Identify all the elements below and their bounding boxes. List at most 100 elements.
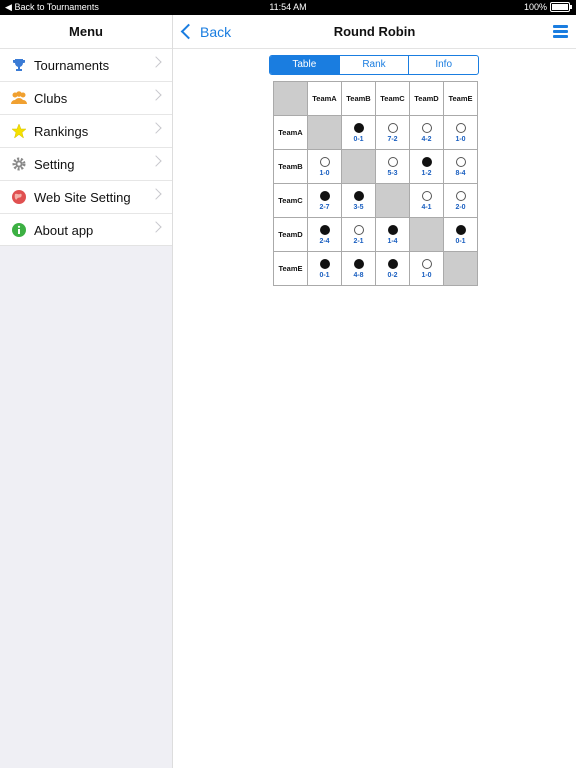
match-cell[interactable]: 2-7: [307, 183, 342, 218]
column-header: TeamA: [307, 81, 342, 116]
match-score: 0-1: [319, 271, 330, 279]
sidebar-item-label: About app: [34, 222, 94, 238]
chevron-right-icon: [150, 56, 162, 68]
sidebar-item-about-app[interactable]: About app: [0, 214, 172, 247]
empty-circle-icon: [353, 224, 364, 235]
match-cell[interactable]: 5-3: [375, 149, 410, 184]
filled-circle-icon: [319, 224, 330, 235]
match-score: 0-1: [353, 135, 364, 143]
filled-circle-icon: [353, 122, 364, 133]
match-cell[interactable]: 1-0: [307, 149, 342, 184]
sidebar-title: Menu: [0, 15, 172, 49]
status-bar: ◀ Back to Tournaments 11:54 AM 100%: [0, 0, 576, 15]
filled-circle-icon: [353, 258, 364, 269]
table-row: TeamC 2-7 3-5 4-1 2-0: [273, 183, 478, 218]
row-header: TeamD: [273, 217, 308, 252]
battery-indicator: 100%: [523, 2, 572, 12]
menu-icon[interactable]: [553, 25, 568, 38]
sidebar-item-label: Clubs: [34, 90, 68, 106]
sidebar-item-web-site-setting[interactable]: Web Site Setting: [0, 181, 172, 214]
match-score: 8-4: [455, 169, 466, 177]
round-robin-table: TeamA TeamB TeamC TeamD TeamE TeamA 0-1 7-2 4-2 1…: [273, 81, 478, 286]
match-cell[interactable]: 7-2: [375, 115, 410, 150]
sidebar-item-tournaments[interactable]: Tournaments: [0, 49, 172, 82]
sidebar-item-rankings[interactable]: Rankings: [0, 115, 172, 148]
people-icon: [10, 89, 28, 107]
match-cell[interactable]: 2-4: [307, 217, 342, 252]
table-corner-cell: [273, 81, 308, 116]
match-cell[interactable]: 4-2: [409, 115, 444, 150]
match-score: 5-3: [387, 169, 398, 177]
diagonal-cell: [409, 217, 444, 252]
match-score: 2-1: [353, 237, 364, 245]
match-cell[interactable]: 3-5: [341, 183, 376, 218]
match-cell[interactable]: 0-1: [307, 251, 342, 286]
row-header: TeamB: [273, 149, 308, 184]
diagonal-cell: [375, 183, 410, 218]
match-cell[interactable]: 0-2: [375, 251, 410, 286]
match-cell[interactable]: 4-8: [341, 251, 376, 286]
row-header: TeamA: [273, 115, 308, 150]
match-score: 1-0: [319, 169, 330, 177]
table-row: TeamA 0-1 7-2 4-2 1-0: [273, 115, 478, 150]
menu-list: Tournaments Clubs Rankings Setting Web Site …: [0, 49, 172, 247]
match-score: 4-8: [353, 271, 364, 279]
battery-percent: 100%: [523, 2, 547, 12]
page-title: Round Robin: [333, 24, 416, 39]
sidebar: Menu Tournaments Clubs Rankings Setting Web …: [0, 15, 173, 768]
column-header: TeamC: [375, 81, 410, 116]
tab-rank[interactable]: Rank: [338, 56, 409, 74]
empty-circle-icon: [387, 122, 398, 133]
sidebar-item-label: Setting: [34, 156, 75, 172]
chevron-right-icon: [150, 122, 162, 134]
match-score: 4-2: [421, 135, 432, 143]
sidebar-item-setting[interactable]: Setting: [0, 148, 172, 181]
match-score: 1-4: [387, 237, 398, 245]
filled-circle-icon: [421, 156, 432, 167]
diagonal-cell: [443, 251, 478, 286]
tab-info[interactable]: Info: [408, 56, 478, 74]
empty-circle-icon: [387, 156, 398, 167]
row-header: TeamC: [273, 183, 308, 218]
match-cell[interactable]: 0-1: [443, 217, 478, 252]
chevron-right-icon: [150, 221, 162, 233]
match-cell[interactable]: 1-2: [409, 149, 444, 184]
match-cell[interactable]: 0-1: [341, 115, 376, 150]
match-cell[interactable]: 4-1: [409, 183, 444, 218]
match-cell[interactable]: 2-0: [443, 183, 478, 218]
sidebar-item-clubs[interactable]: Clubs: [0, 82, 172, 115]
sidebar-empty-area: [0, 245, 172, 768]
match-cell[interactable]: 1-0: [409, 251, 444, 286]
empty-circle-icon: [421, 190, 432, 201]
table-header-row: TeamA TeamB TeamC TeamD TeamE: [273, 81, 478, 116]
star-icon: [10, 122, 28, 140]
match-score: 1-0: [421, 271, 432, 279]
clock: 11:54 AM: [269, 2, 307, 12]
empty-circle-icon: [455, 156, 466, 167]
tab-table[interactable]: Table: [270, 56, 339, 74]
match-cell[interactable]: 1-4: [375, 217, 410, 252]
globe-icon: [10, 188, 28, 206]
match-score: 2-0: [455, 203, 466, 211]
diagonal-cell: [307, 115, 342, 150]
match-cell[interactable]: 8-4: [443, 149, 478, 184]
column-header: TeamB: [341, 81, 376, 116]
match-score: 1-2: [421, 169, 432, 177]
trophy-icon: [10, 56, 28, 74]
filled-circle-icon: [387, 224, 398, 235]
table-row: TeamE 0-1 4-8 0-2 1-0: [273, 251, 478, 286]
match-cell[interactable]: 2-1: [341, 217, 376, 252]
diagonal-cell: [341, 149, 376, 184]
info-icon: [10, 221, 28, 239]
filled-circle-icon: [319, 258, 330, 269]
table-row: TeamD 2-4 2-1 1-4 0-1: [273, 217, 478, 252]
empty-circle-icon: [319, 156, 330, 167]
match-score: 0-1: [455, 237, 466, 245]
column-header: TeamD: [409, 81, 444, 116]
battery-icon: [550, 2, 572, 12]
main-panel: Back Round Robin Table Rank Info TeamA Team…: [173, 15, 576, 768]
empty-circle-icon: [455, 122, 466, 133]
gear-icon: [10, 155, 28, 173]
empty-circle-icon: [455, 190, 466, 201]
match-cell[interactable]: 1-0: [443, 115, 478, 150]
